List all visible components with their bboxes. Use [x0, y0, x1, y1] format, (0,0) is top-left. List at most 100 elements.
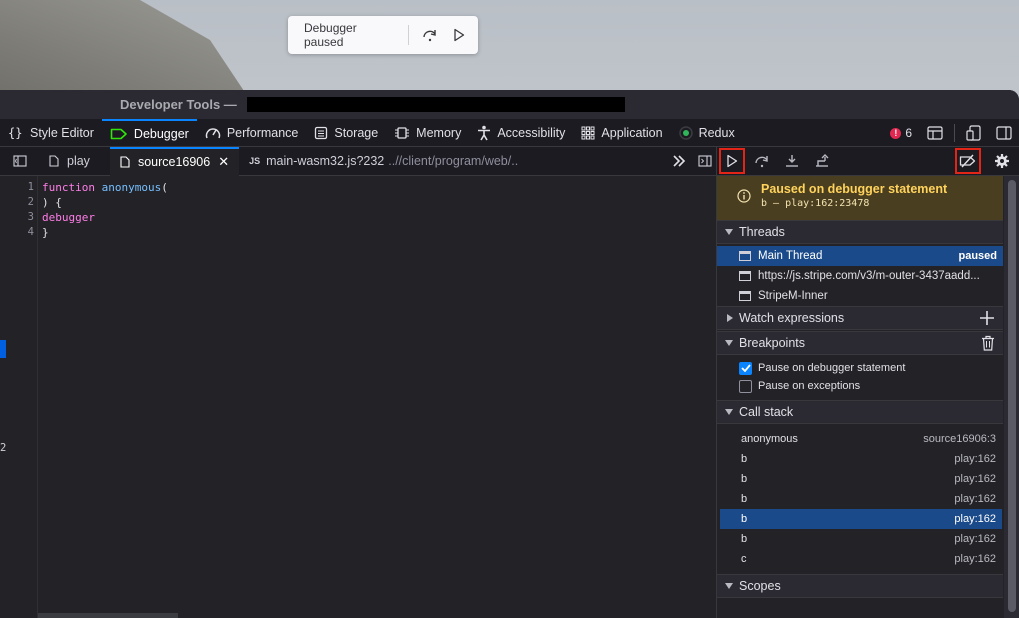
call-stack-frame[interactable]: anonymous source16906:3 — [720, 429, 1002, 449]
source-tab-main-wasm32[interactable]: JS main-wasm32.js?232 ..//client/program… — [239, 147, 528, 176]
tab-debugger[interactable]: Debugger — [101, 118, 197, 147]
watch-expressions-header[interactable]: Watch expressions — [717, 306, 1003, 330]
overlay-step-over-button[interactable] — [419, 24, 440, 46]
scopes-header[interactable]: Scopes — [717, 574, 1003, 598]
info-icon — [737, 189, 751, 208]
debugger-icon — [110, 128, 128, 140]
code-line: } — [42, 226, 49, 239]
frame-location: play:162 — [954, 473, 996, 485]
checkbox-checked[interactable] — [739, 361, 752, 375]
grid-icon — [581, 126, 595, 140]
source-tab-label: main-wasm32.js?232 — [266, 154, 385, 168]
window-icon — [739, 291, 751, 301]
frame-location: play:162 — [954, 533, 996, 545]
thread-label: Main Thread — [758, 250, 823, 262]
toggle-debug-pane-button[interactable] — [693, 149, 717, 173]
resume-button[interactable] — [719, 148, 745, 174]
window-title: Developer Tools — — [120, 97, 237, 112]
source-tab-source16906[interactable]: source16906 ✕ — [109, 146, 240, 176]
error-count: 6 — [905, 126, 912, 140]
line-number[interactable]: 2 — [10, 196, 34, 208]
js-file-icon: JS — [249, 156, 261, 166]
breakpoints-header[interactable]: Breakpoints — [717, 331, 1003, 355]
punctuation-token: } — [42, 226, 49, 239]
remove-all-breakpoints-button[interactable] — [981, 335, 995, 354]
pause-reason-title: Paused on debugger statement — [761, 182, 948, 196]
thread-item-stripe-outer[interactable]: https://js.stripe.com/v3/m-outer-3437aad… — [717, 266, 1003, 286]
toggle-sources-pane-button[interactable] — [8, 149, 32, 173]
overlay-resume-button[interactable] — [449, 24, 470, 46]
call-stack-frame[interactable]: b play:162 — [720, 529, 1002, 549]
sidebar-scrollbar[interactable] — [1004, 176, 1019, 618]
toolbar-right-actions: ! 6 — [890, 119, 1019, 147]
code-line-paused: debugger — [42, 211, 95, 224]
storage-icon — [314, 126, 328, 140]
code-editor[interactable]: 1 2 3 4 function anonymous( ) { debugger… — [0, 176, 716, 618]
code-line: function anonymous( — [42, 181, 168, 194]
responsive-design-button[interactable] — [962, 121, 986, 145]
step-over-icon — [423, 30, 436, 42]
error-count-badge[interactable]: ! 6 — [890, 126, 912, 140]
frame-name: c — [741, 553, 747, 565]
tab-label: Storage — [334, 125, 379, 140]
option-label: Pause on exceptions — [758, 380, 861, 392]
paused-label: Debugger paused — [304, 21, 357, 49]
chip-icon — [394, 126, 410, 140]
split-console-button[interactable] — [923, 121, 947, 145]
stray-line-number: 2 — [0, 442, 7, 454]
braces-icon: {} — [8, 126, 24, 140]
overlay-separator — [408, 25, 410, 45]
call-stack-header[interactable]: Call stack — [717, 400, 1003, 424]
debugger-settings-button[interactable] — [989, 148, 1015, 174]
tab-label: Memory — [416, 125, 462, 140]
threads-header[interactable]: Threads — [717, 220, 1003, 244]
line-number[interactable]: 1 — [10, 181, 34, 193]
source-tab-play[interactable]: play — [39, 147, 100, 176]
function-name-token: anonymous — [101, 181, 162, 194]
dock-options-button[interactable] — [992, 121, 1016, 145]
call-stack-frame-selected[interactable]: b play:162 — [720, 509, 1002, 529]
thread-item-stripe-inner[interactable]: StripeM-Inner — [717, 286, 1003, 306]
tab-application[interactable]: Application — [573, 119, 670, 147]
more-tabs-button[interactable] — [667, 149, 691, 173]
close-tab-icon[interactable]: ✕ — [218, 154, 229, 170]
tab-redux[interactable]: Redux — [671, 119, 743, 147]
tab-storage[interactable]: Storage — [306, 119, 386, 147]
pause-on-exceptions-option[interactable]: Pause on exceptions — [739, 377, 860, 395]
frame-name: b — [741, 533, 748, 545]
step-in-button[interactable] — [779, 148, 805, 174]
step-out-button[interactable] — [809, 148, 835, 174]
tab-memory[interactable]: Memory — [386, 119, 469, 147]
tab-performance[interactable]: Performance — [197, 119, 307, 147]
responsive-design-icon — [966, 125, 981, 141]
tab-label: Style Editor — [30, 125, 94, 140]
line-number-gutter[interactable] — [0, 176, 38, 618]
checkbox-unchecked[interactable] — [739, 379, 752, 393]
tab-label: Redux — [698, 125, 735, 140]
add-watch-expression-button[interactable] — [979, 310, 995, 329]
call-stack-frame[interactable]: b play:162 — [720, 449, 1002, 469]
step-over-button[interactable] — [749, 148, 775, 174]
thread-item-main[interactable]: Main Thread paused — [717, 246, 1003, 266]
deactivate-breakpoints-button[interactable] — [955, 148, 981, 174]
line-number[interactable]: 3 — [10, 211, 34, 223]
source-tab-label: source16906 — [137, 155, 211, 169]
window-icon — [739, 251, 751, 261]
pause-on-debugger-statement-option[interactable]: Pause on debugger statement — [739, 359, 905, 377]
call-stack-frame[interactable]: b play:162 — [720, 469, 1002, 489]
scrollbar-thumb[interactable] — [1008, 180, 1016, 612]
horizontal-scrollbar[interactable] — [38, 613, 178, 618]
deactivate-breakpoints-icon — [959, 154, 976, 168]
call-stack-frame[interactable]: c play:162 — [720, 549, 1002, 569]
sidebar-toggle-icon — [13, 155, 27, 167]
line-number[interactable]: 4 — [10, 226, 34, 238]
tab-accessibility[interactable]: Accessibility — [469, 119, 573, 147]
chevron-down-icon — [725, 340, 733, 346]
keyword-token: function — [42, 181, 95, 194]
tab-label: Application — [601, 125, 663, 140]
tab-style-editor[interactable]: {} Style Editor — [0, 119, 102, 147]
call-stack-frame[interactable]: b play:162 — [720, 489, 1002, 509]
trash-icon — [982, 335, 994, 351]
frame-location: play:162 — [954, 513, 996, 525]
pause-location[interactable]: b – play:162:23478 — [761, 198, 1003, 209]
